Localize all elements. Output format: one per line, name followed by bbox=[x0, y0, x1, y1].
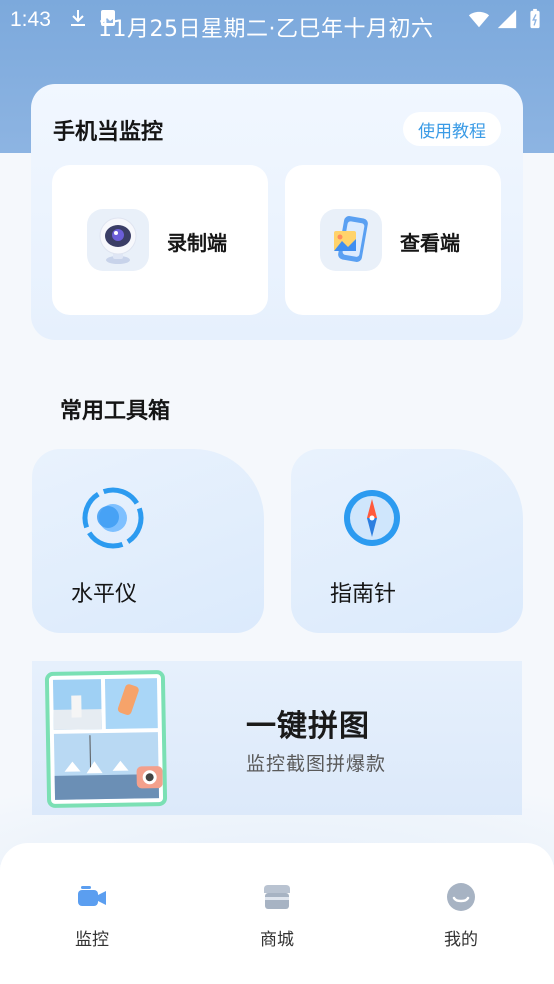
camera-robot-icon bbox=[87, 209, 149, 271]
user-face-icon bbox=[447, 883, 475, 911]
toolbox-title: 常用工具箱 bbox=[60, 399, 171, 424]
compass-tile[interactable]: 指南针 bbox=[291, 449, 523, 633]
recorder-label: 录制端 bbox=[167, 231, 227, 255]
collage-banner[interactable]: 一键拼图 监控截图拼爆款 bbox=[32, 661, 522, 815]
banner-title: 一键拼图 bbox=[246, 709, 370, 744]
download-icon bbox=[71, 10, 85, 26]
battery-icon bbox=[530, 8, 540, 29]
phone-gallery-icon bbox=[320, 209, 382, 271]
bottom-navigation: 监控 商城 我的 bbox=[0, 843, 554, 984]
spirit-level-label: 水平仪 bbox=[71, 582, 138, 607]
status-bar: 1:43 11月25日星期二·乙巳年十月初六 bbox=[0, 0, 554, 44]
status-time: 1:43 bbox=[10, 8, 51, 31]
viewer-mode-tile[interactable]: 查看端 bbox=[285, 165, 501, 315]
phone-monitor-card: 手机当监控 使用教程 录制端 查看端 bbox=[31, 84, 523, 340]
spirit-level-icon bbox=[82, 487, 144, 549]
compass-label: 指南针 bbox=[330, 582, 397, 607]
banner-subtitle: 监控截图拼爆款 bbox=[246, 753, 387, 775]
video-camera-icon bbox=[78, 886, 106, 906]
status-system-icons bbox=[468, 8, 546, 30]
spirit-level-tile[interactable]: 水平仪 bbox=[32, 449, 264, 633]
wifi-icon bbox=[468, 11, 490, 28]
store-icon bbox=[264, 885, 290, 909]
signal-icon bbox=[497, 9, 517, 29]
viewer-label: 查看端 bbox=[400, 231, 460, 255]
nav-item-mine[interactable]: 我的 bbox=[421, 881, 501, 950]
compass-icon bbox=[344, 490, 400, 546]
nav-item-mall[interactable]: 商城 bbox=[237, 881, 317, 950]
card-title: 手机当监控 bbox=[53, 120, 164, 145]
tutorial-button[interactable]: 使用教程 bbox=[403, 112, 501, 146]
nav-item-monitor[interactable]: 监控 bbox=[52, 881, 132, 950]
collage-thumbnail bbox=[44, 669, 168, 809]
nav-label-mall: 商城 bbox=[260, 930, 294, 950]
nav-label-mine: 我的 bbox=[444, 930, 478, 950]
status-date: 11月25日星期二·乙巳年十月初六 bbox=[98, 17, 434, 42]
recorder-mode-tile[interactable]: 录制端 bbox=[52, 165, 268, 315]
nav-label-monitor: 监控 bbox=[75, 930, 109, 950]
